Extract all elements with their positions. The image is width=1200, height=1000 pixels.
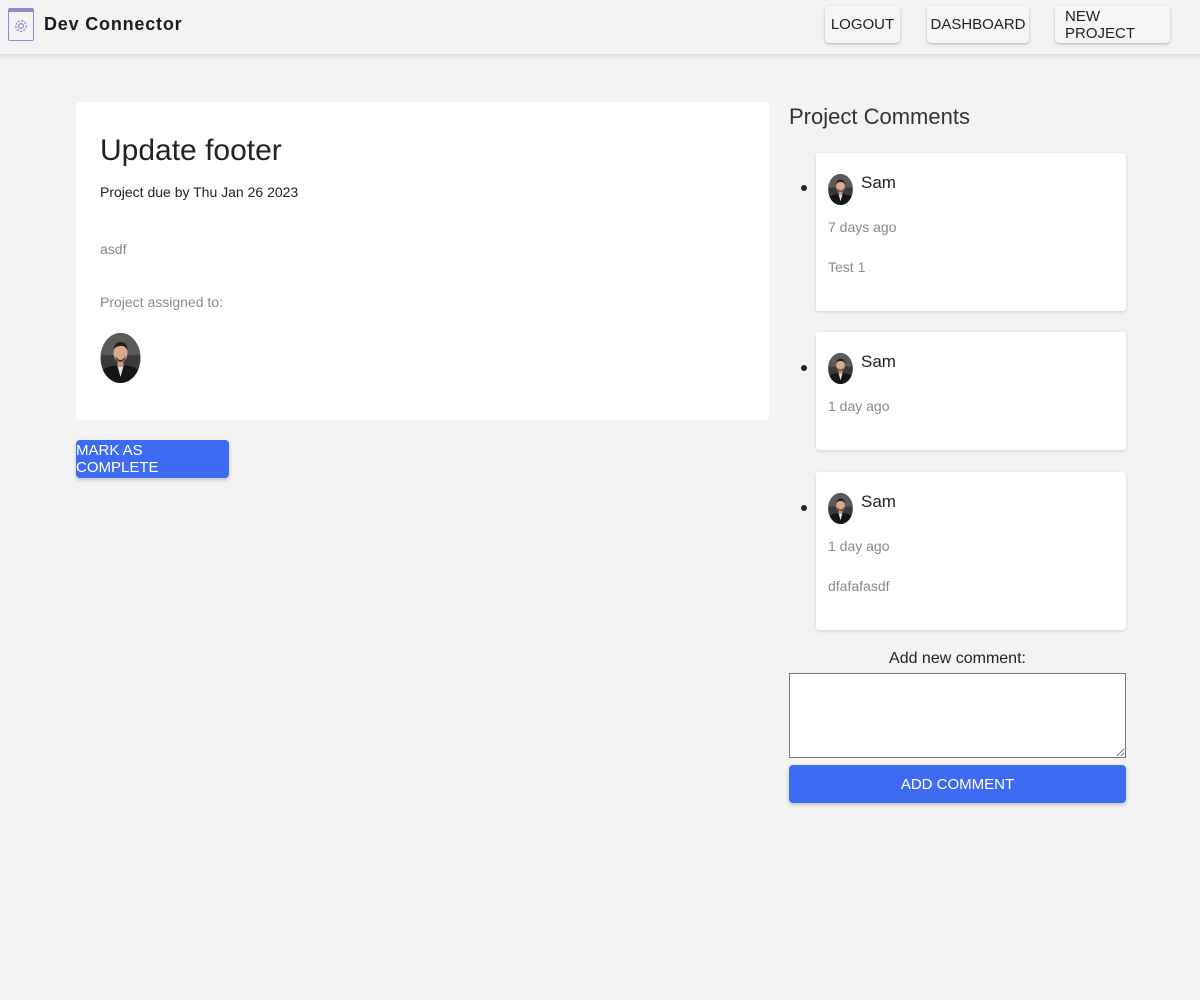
comment-card: Sam 1 day ago <box>816 332 1126 450</box>
assignee-avatar[interactable] <box>100 333 141 383</box>
comment-card: Sam 7 days ago Test 1 <box>816 153 1126 311</box>
comment-time: 1 day ago <box>828 398 890 414</box>
project-due-date: Project due by Thu Jan 26 2023 <box>100 184 299 200</box>
comment-avatar[interactable] <box>828 174 853 205</box>
comment-text: Test 1 <box>828 259 866 275</box>
comment-author: Sam <box>861 352 896 371</box>
comment-time: 1 day ago <box>828 538 890 554</box>
new-project-button[interactable]: NEW PROJECT <box>1055 6 1170 43</box>
list-bullet <box>801 505 807 511</box>
comment-author: Sam <box>861 492 896 511</box>
assigned-label: Project assigned to: <box>100 294 223 310</box>
add-comment-label: Add new comment: <box>889 650 1026 667</box>
comment-time: 7 days ago <box>828 219 897 235</box>
project-title: Update footer <box>100 134 282 167</box>
brand[interactable]: Dev Connector <box>8 8 182 41</box>
comment-card: Sam 1 day ago dfafafasdf <box>816 472 1126 630</box>
add-comment-button[interactable]: ADD COMMENT <box>789 765 1126 803</box>
top-navbar: Dev Connector LOGOUT DASHBOARD NEW PROJE… <box>0 0 1200 54</box>
comment-author: Sam <box>861 173 896 192</box>
gear-window-icon <box>8 8 34 41</box>
dashboard-button[interactable]: DASHBOARD <box>927 6 1029 43</box>
comment-text: dfafafasdf <box>828 578 890 594</box>
project-description: asdf <box>100 241 127 257</box>
list-bullet <box>801 185 807 191</box>
project-card: Update footer Project due by Thu Jan 26 … <box>76 102 769 420</box>
logout-button[interactable]: LOGOUT <box>825 6 900 43</box>
comments-heading: Project Comments <box>789 104 970 129</box>
app-title: Dev Connector <box>44 14 183 34</box>
comment-avatar[interactable] <box>828 493 853 524</box>
list-bullet <box>801 365 807 371</box>
comment-avatar[interactable] <box>828 353 853 384</box>
comment-input[interactable] <box>789 673 1126 758</box>
mark-as-complete-button[interactable]: MARK AS COMPLETE <box>76 440 229 478</box>
